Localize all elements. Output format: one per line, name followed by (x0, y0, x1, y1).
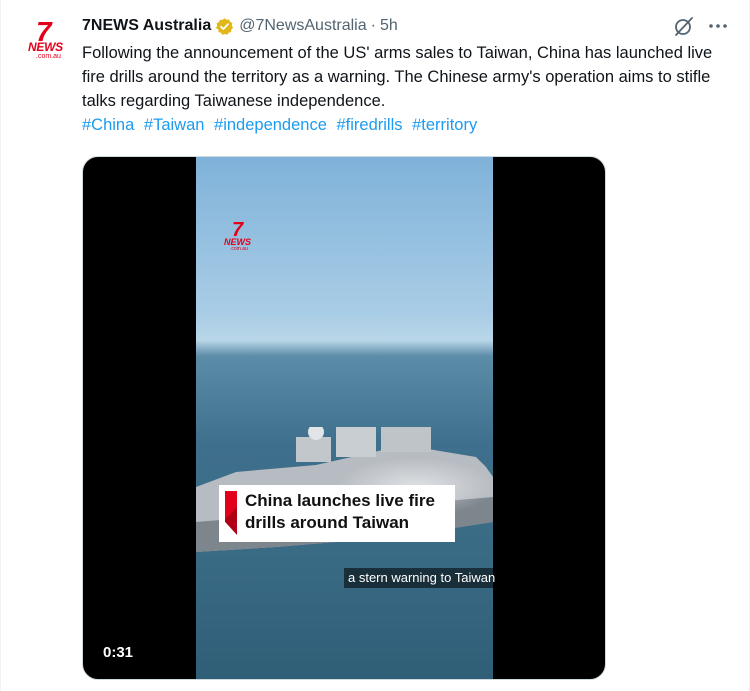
video-headline-card: China launches live fire drills around T… (219, 485, 455, 542)
hashtag-link[interactable]: #China (82, 116, 134, 134)
hashtag-link[interactable]: #territory (412, 116, 477, 134)
tweet-header: 7NEWS Australia @7NewsAustralia · 5h (82, 15, 398, 37)
grok-icon[interactable] (672, 14, 696, 38)
avatar-sub: .com.au (36, 53, 61, 60)
hashtag-link[interactable]: #Taiwan (144, 116, 205, 134)
headline-accent (225, 491, 237, 535)
video-player[interactable]: 7 NEWS .com.au China launches live fire … (82, 156, 606, 680)
separator-dot: · (370, 17, 376, 34)
video-subtitle: a stern warning to Taiwan (344, 568, 500, 588)
video-headline: China launches live fire drills around T… (245, 491, 435, 532)
tweet-body: Following the announcement of the US' ar… (82, 41, 722, 137)
left-divider (0, 0, 1, 691)
author-name[interactable]: 7NEWS Australia (82, 17, 211, 35)
avatar[interactable]: 7 NEWS .com.au (24, 14, 70, 60)
avatar-news: NEWS (28, 40, 63, 54)
timestamp[interactable]: 5h (380, 17, 398, 35)
video-duration: 0:31 (99, 642, 138, 663)
hashtag-link[interactable]: #independence (214, 116, 327, 134)
tweet-card[interactable]: 7 NEWS .com.au 7NEWS Australia @7NewsAus… (0, 0, 750, 691)
more-icon[interactable] (706, 14, 730, 38)
verified-badge-icon[interactable] (215, 17, 234, 36)
hashtag-link[interactable]: #firedrills (336, 116, 402, 134)
author-handle[interactable]: @7NewsAustralia (239, 17, 366, 35)
video-frame: 7 NEWS .com.au (196, 157, 493, 679)
logo-sub: .com.au (230, 246, 248, 252)
hashtag-list: #China #Taiwan #independence #firedrills… (82, 113, 722, 137)
channel-logo: 7 NEWS .com.au (222, 219, 262, 259)
tweet-text: Following the announcement of the US' ar… (82, 44, 713, 110)
